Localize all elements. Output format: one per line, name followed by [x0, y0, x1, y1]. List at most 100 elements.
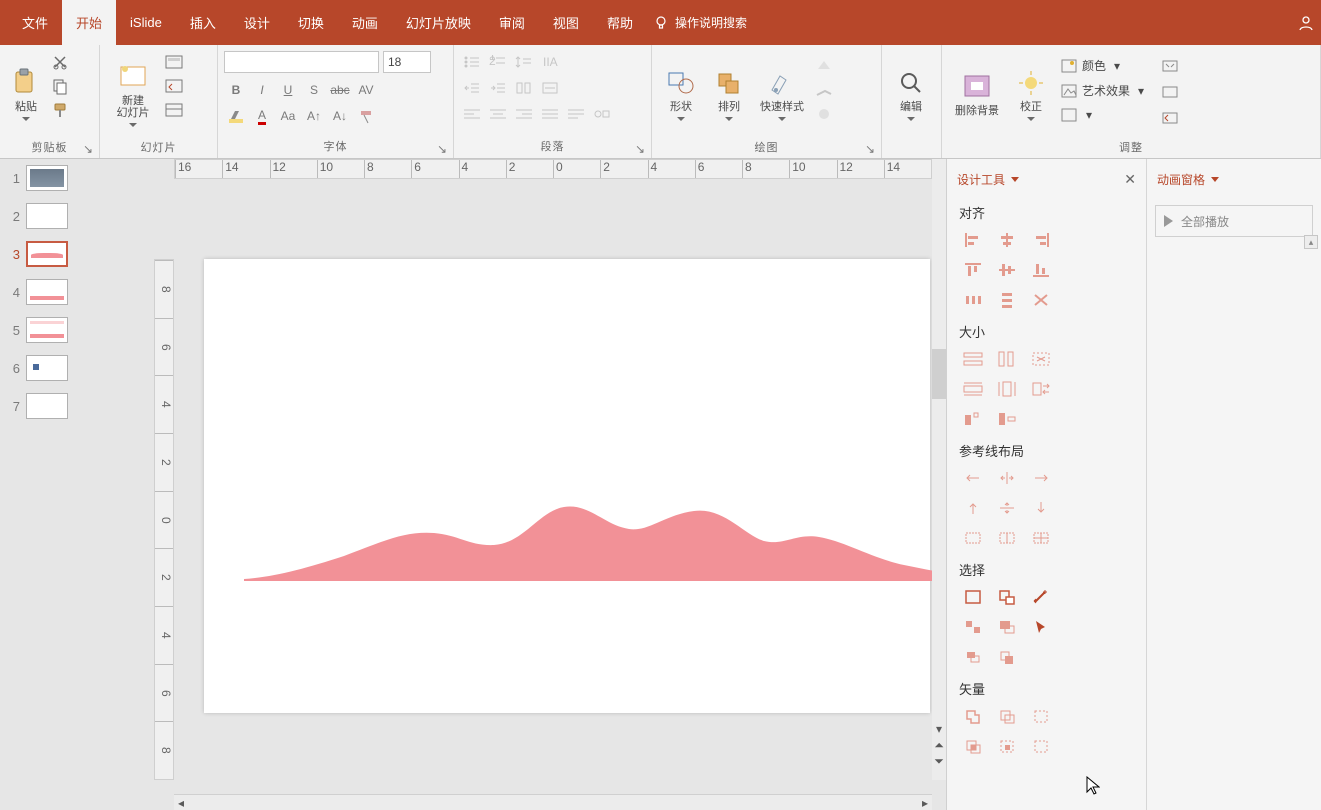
- paste-button[interactable]: 粘贴: [6, 51, 46, 137]
- select-rect-icon[interactable]: [959, 585, 987, 609]
- strike-button[interactable]: abc: [328, 79, 352, 101]
- prev-slide-icon[interactable]: ⏶: [932, 738, 946, 752]
- bold-button[interactable]: B: [224, 79, 248, 101]
- shapes-button[interactable]: 形状: [658, 51, 704, 137]
- horizontal-ruler[interactable]: 16 14 12 10 8 6 4 2 0 2 4 6 8 10 12 14: [174, 159, 932, 179]
- reset-picture-button[interactable]: [1158, 107, 1182, 129]
- italic-button[interactable]: I: [250, 79, 274, 101]
- guide-down-icon[interactable]: [1027, 496, 1055, 520]
- thumb-5[interactable]: 5: [0, 317, 78, 343]
- intersect-icon[interactable]: [959, 734, 987, 758]
- tab-review[interactable]: 审阅: [485, 0, 539, 45]
- chevron-down-icon[interactable]: [1011, 177, 1019, 182]
- slide-canvas[interactable]: [204, 259, 930, 713]
- vertical-scrollbar[interactable]: ▾ ⏶ ⏷: [932, 159, 946, 780]
- reorder-up-icon[interactable]: ▴: [1304, 235, 1318, 249]
- close-icon[interactable]: ✕: [1124, 171, 1136, 188]
- align-center-h-icon[interactable]: [993, 228, 1021, 252]
- distribute-button[interactable]: [564, 103, 588, 125]
- same-width-icon[interactable]: [959, 347, 987, 371]
- guide-middle-icon[interactable]: [993, 496, 1021, 520]
- highlight-button[interactable]: [224, 105, 248, 127]
- combine-icon[interactable]: [993, 704, 1021, 728]
- union-icon[interactable]: [959, 704, 987, 728]
- swap-size-icon[interactable]: [1027, 377, 1055, 401]
- change-picture-button[interactable]: [1158, 81, 1182, 103]
- cut-button[interactable]: [48, 51, 72, 73]
- shape-outline-button[interactable]: [812, 79, 836, 101]
- thumb-7[interactable]: 7: [0, 393, 78, 419]
- new-slide-button[interactable]: 新建 幻灯片: [106, 51, 160, 137]
- tab-animations[interactable]: 动画: [338, 0, 392, 45]
- tab-transitions[interactable]: 切换: [284, 0, 338, 45]
- tab-view[interactable]: 视图: [539, 0, 593, 45]
- dialog-launcher-icon[interactable]: ↘: [83, 142, 95, 154]
- align-bottom-icon[interactable]: [1027, 258, 1055, 282]
- indent-button[interactable]: [486, 77, 510, 99]
- tab-file[interactable]: 文件: [8, 0, 62, 45]
- layout-button[interactable]: [162, 51, 186, 73]
- guide-grid2-icon[interactable]: [993, 526, 1021, 550]
- align-left-button[interactable]: [460, 103, 484, 125]
- slide-canvas-wrap[interactable]: [176, 259, 930, 780]
- guide-grid1-icon[interactable]: [959, 526, 987, 550]
- slide-thumbnails[interactable]: 1 2 3 4 5 6 7: [0, 159, 78, 810]
- guide-left-icon[interactable]: [959, 466, 987, 490]
- select-overlap-icon[interactable]: [993, 615, 1021, 639]
- artistic-effects-button[interactable]: 艺术效果▾: [1056, 80, 1148, 101]
- tab-help[interactable]: 帮助: [593, 0, 647, 45]
- align-center-button[interactable]: [486, 103, 510, 125]
- account-icon[interactable]: [1297, 14, 1315, 32]
- select-behind-icon[interactable]: [993, 645, 1021, 669]
- distribute-h-icon[interactable]: [959, 288, 987, 312]
- color-button[interactable]: 颜色▾: [1056, 55, 1148, 76]
- distribute-both-icon[interactable]: [1027, 288, 1055, 312]
- fragment-icon[interactable]: [1027, 704, 1055, 728]
- size-tool8-icon[interactable]: [993, 407, 1021, 431]
- tab-islide[interactable]: iSlide: [116, 0, 176, 45]
- design-pane-body[interactable]: 对齐 大小: [947, 199, 1146, 810]
- distribute-v-icon[interactable]: [993, 288, 1021, 312]
- scroll-left-icon[interactable]: ◂: [174, 796, 188, 810]
- align-right-button[interactable]: [512, 103, 536, 125]
- thumb-1[interactable]: 1: [0, 165, 78, 191]
- shape-effects-button[interactable]: [812, 103, 836, 125]
- text-direction-button[interactable]: IIA: [538, 51, 562, 73]
- tab-home[interactable]: 开始: [62, 0, 116, 45]
- char-spacing-button[interactable]: AV: [354, 79, 378, 101]
- vertical-ruler[interactable]: 8 6 4 2 0 2 4 6 8: [154, 259, 174, 780]
- copy-button[interactable]: [48, 75, 72, 97]
- align-left-icon[interactable]: [959, 228, 987, 252]
- select-same-icon[interactable]: [993, 585, 1021, 609]
- tell-me[interactable]: 操作说明搜索: [653, 14, 747, 31]
- horizontal-scrollbar[interactable]: ◂ ▸: [174, 794, 932, 810]
- fit-height-icon[interactable]: [993, 377, 1021, 401]
- change-case-button[interactable]: Aa: [276, 105, 300, 127]
- size-tool7-icon[interactable]: [959, 407, 987, 431]
- scroll-right-icon[interactable]: ▸: [918, 796, 932, 810]
- format-painter-button[interactable]: [48, 99, 72, 121]
- arrange-button[interactable]: 排列: [706, 51, 752, 137]
- scroll-track[interactable]: [932, 179, 946, 720]
- font-name-input[interactable]: [224, 51, 379, 73]
- bullets-button[interactable]: [460, 51, 484, 73]
- numbering-button[interactable]: 12: [486, 51, 510, 73]
- same-height-icon[interactable]: [993, 347, 1021, 371]
- fit-width-icon[interactable]: [959, 377, 987, 401]
- grow-font-button[interactable]: A↑: [302, 105, 326, 127]
- align-top-icon[interactable]: [959, 258, 987, 282]
- dialog-launcher-icon[interactable]: ↘: [865, 142, 877, 154]
- align-text-button[interactable]: [538, 77, 562, 99]
- scroll-thumb[interactable]: [932, 349, 946, 399]
- font-size-input[interactable]: [383, 51, 431, 73]
- tab-design[interactable]: 设计: [230, 0, 284, 45]
- outdent-button[interactable]: [460, 77, 484, 99]
- next-slide-icon[interactable]: ⏷: [932, 754, 946, 768]
- align-middle-icon[interactable]: [993, 258, 1021, 282]
- guide-grid3-icon[interactable]: [1027, 526, 1055, 550]
- justify-button[interactable]: [538, 103, 562, 125]
- shrink-font-button[interactable]: A↓: [328, 105, 352, 127]
- guide-center-icon[interactable]: [993, 466, 1021, 490]
- chevron-down-icon[interactable]: [1211, 177, 1219, 182]
- thumb-3[interactable]: 3: [0, 241, 78, 267]
